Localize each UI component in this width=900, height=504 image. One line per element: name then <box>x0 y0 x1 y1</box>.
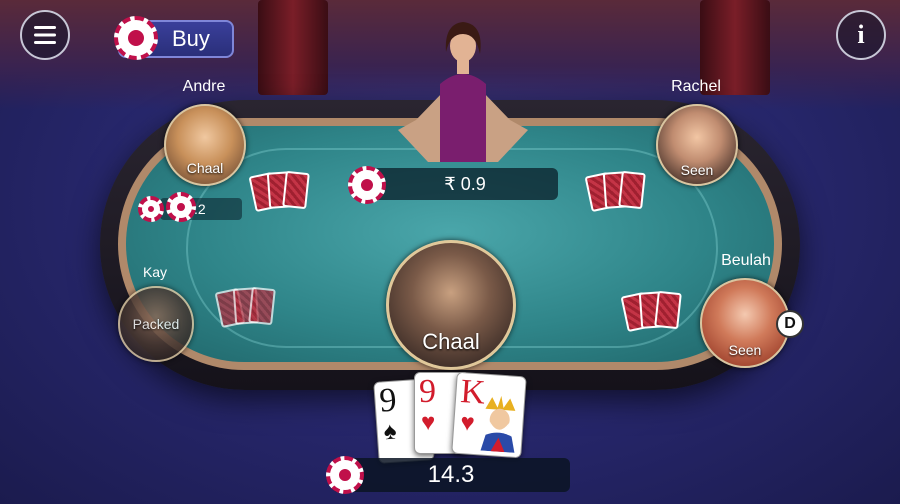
info-icon: i <box>857 20 865 49</box>
player-name-beulah: Beulah <box>721 252 771 269</box>
bet-chip-icon <box>138 196 164 222</box>
player-status-kay: Packed <box>132 316 180 332</box>
dealer-badge: D <box>776 310 804 338</box>
cards-rachel <box>584 170 656 214</box>
red-pillar-left <box>258 0 328 95</box>
bet-chip-icon <box>166 192 196 222</box>
player-name-kay: Kay <box>142 264 168 280</box>
player-status-andre: Chaal <box>186 160 224 176</box>
player-status-beulah: Seen <box>728 342 762 358</box>
avatar-me[interactable]: Chaal <box>386 240 516 370</box>
pot-chip-icon <box>348 166 386 204</box>
player-status-rachel: Seen <box>680 162 714 178</box>
hand-card[interactable]: K ♥ <box>451 371 527 459</box>
buy-button[interactable]: Buy <box>114 16 234 60</box>
avatar-andre[interactable]: Chaal <box>164 104 246 186</box>
menu-button[interactable] <box>20 10 70 60</box>
info-button[interactable]: i <box>836 10 886 60</box>
dealer-figure <box>398 22 528 162</box>
my-hand[interactable]: 9 ♠ 9 ♥ K ♥ <box>373 370 536 464</box>
hamburger-icon <box>34 26 56 44</box>
pot-display: ₹ 0.9 <box>372 168 558 200</box>
player-status-me: Chaal <box>422 329 480 354</box>
avatar-kay[interactable]: Packed <box>118 286 194 362</box>
pot-amount: ₹ 0.9 <box>444 173 486 194</box>
balance-chip-icon <box>326 456 364 494</box>
player-name-andre: Andre <box>182 78 226 95</box>
cards-beulah <box>620 290 692 334</box>
king-figure-icon <box>480 395 516 453</box>
player-name-rachel: Rachel <box>671 78 721 95</box>
balance-display: 14.3 <box>332 458 570 492</box>
card-suit: ♥ <box>459 409 476 437</box>
card-rank: 9 <box>378 381 398 420</box>
card-rank: 9 <box>419 373 436 410</box>
card-suit: ♥ <box>421 409 436 436</box>
buy-button-label: Buy <box>172 26 210 51</box>
balance-amount: 14.3 <box>427 461 475 488</box>
card-suit: ♠ <box>382 417 398 446</box>
cards-andre <box>248 170 320 214</box>
chip-icon <box>114 16 158 60</box>
cards-kay <box>214 286 286 330</box>
avatar-rachel[interactable]: Seen <box>656 104 738 186</box>
